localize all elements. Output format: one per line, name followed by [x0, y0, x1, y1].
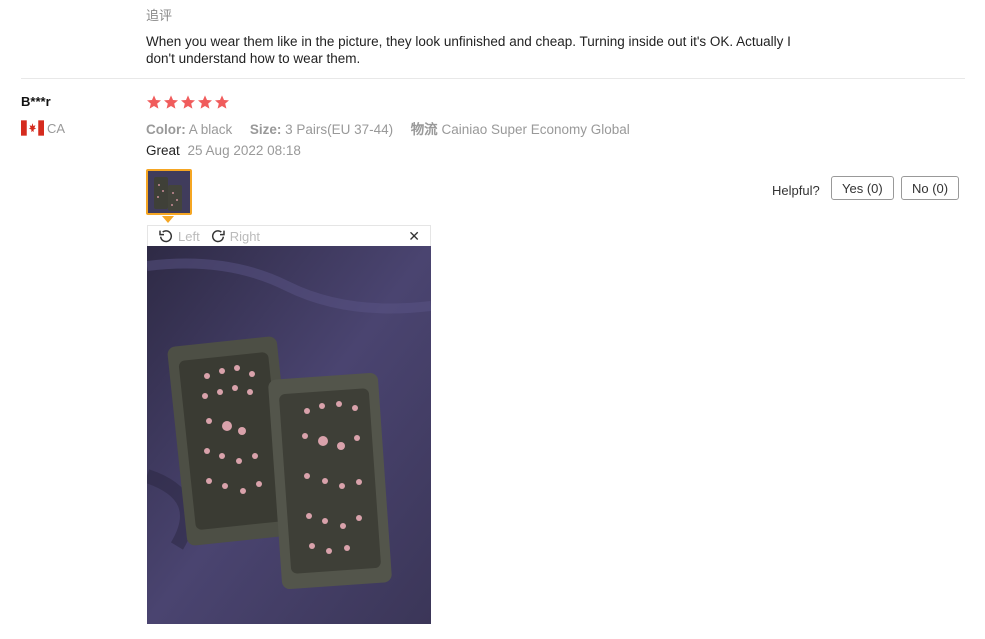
rotate-right-label: Right	[229, 228, 261, 244]
thumbnail-image	[148, 171, 190, 213]
color-value: A black	[188, 122, 233, 137]
rotate-right-button[interactable]: Right	[210, 228, 260, 244]
review-photo	[147, 246, 431, 624]
rating-stars	[146, 94, 230, 110]
helpful-no-button[interactable]: No (0)	[901, 176, 960, 200]
reviewer-country: CA	[21, 120, 65, 136]
review-attributes: Color: A black Size: 3 Pairs(EU 37-44) 物…	[146, 118, 630, 138]
rotate-left-label: Left	[178, 228, 200, 244]
star-icon	[198, 95, 212, 109]
followup-text: When you wear them like in the picture, …	[146, 34, 791, 66]
review-photo-thumbnail[interactable]	[146, 169, 192, 215]
helpful-label: Helpful?	[772, 183, 820, 198]
canada-flag-icon	[21, 120, 44, 136]
star-icon	[147, 95, 161, 109]
review-content: Great 25 Aug 2022 08:18	[146, 143, 301, 158]
size-label: Size:	[249, 122, 282, 137]
review-divider	[21, 78, 965, 79]
followup-label: 追评	[146, 8, 173, 23]
rotate-left-icon	[159, 230, 173, 243]
close-icon[interactable]: ✕	[408, 228, 420, 245]
review-date: 25 Aug 2022 08:18	[187, 143, 301, 158]
country-code: CA	[47, 120, 66, 136]
star-icon	[181, 95, 195, 109]
helpful-yes-button[interactable]: Yes (0)	[831, 176, 894, 200]
size-value: 3 Pairs(EU 37-44)	[285, 122, 394, 137]
star-icon	[164, 95, 178, 109]
color-label: Color:	[146, 122, 186, 137]
reviewer-name: B***r	[21, 94, 51, 109]
logistics-label: 物流	[410, 122, 438, 137]
rotate-right-icon	[211, 230, 225, 243]
rotate-left-button[interactable]: Left	[158, 228, 200, 244]
logistics-value: Cainiao Super Economy Global	[441, 122, 630, 137]
thumbnail-caret-icon	[162, 216, 174, 223]
star-icon	[215, 95, 229, 109]
review-text: Great	[146, 143, 180, 158]
image-viewer-toolbar: Left Right ✕	[147, 225, 431, 246]
